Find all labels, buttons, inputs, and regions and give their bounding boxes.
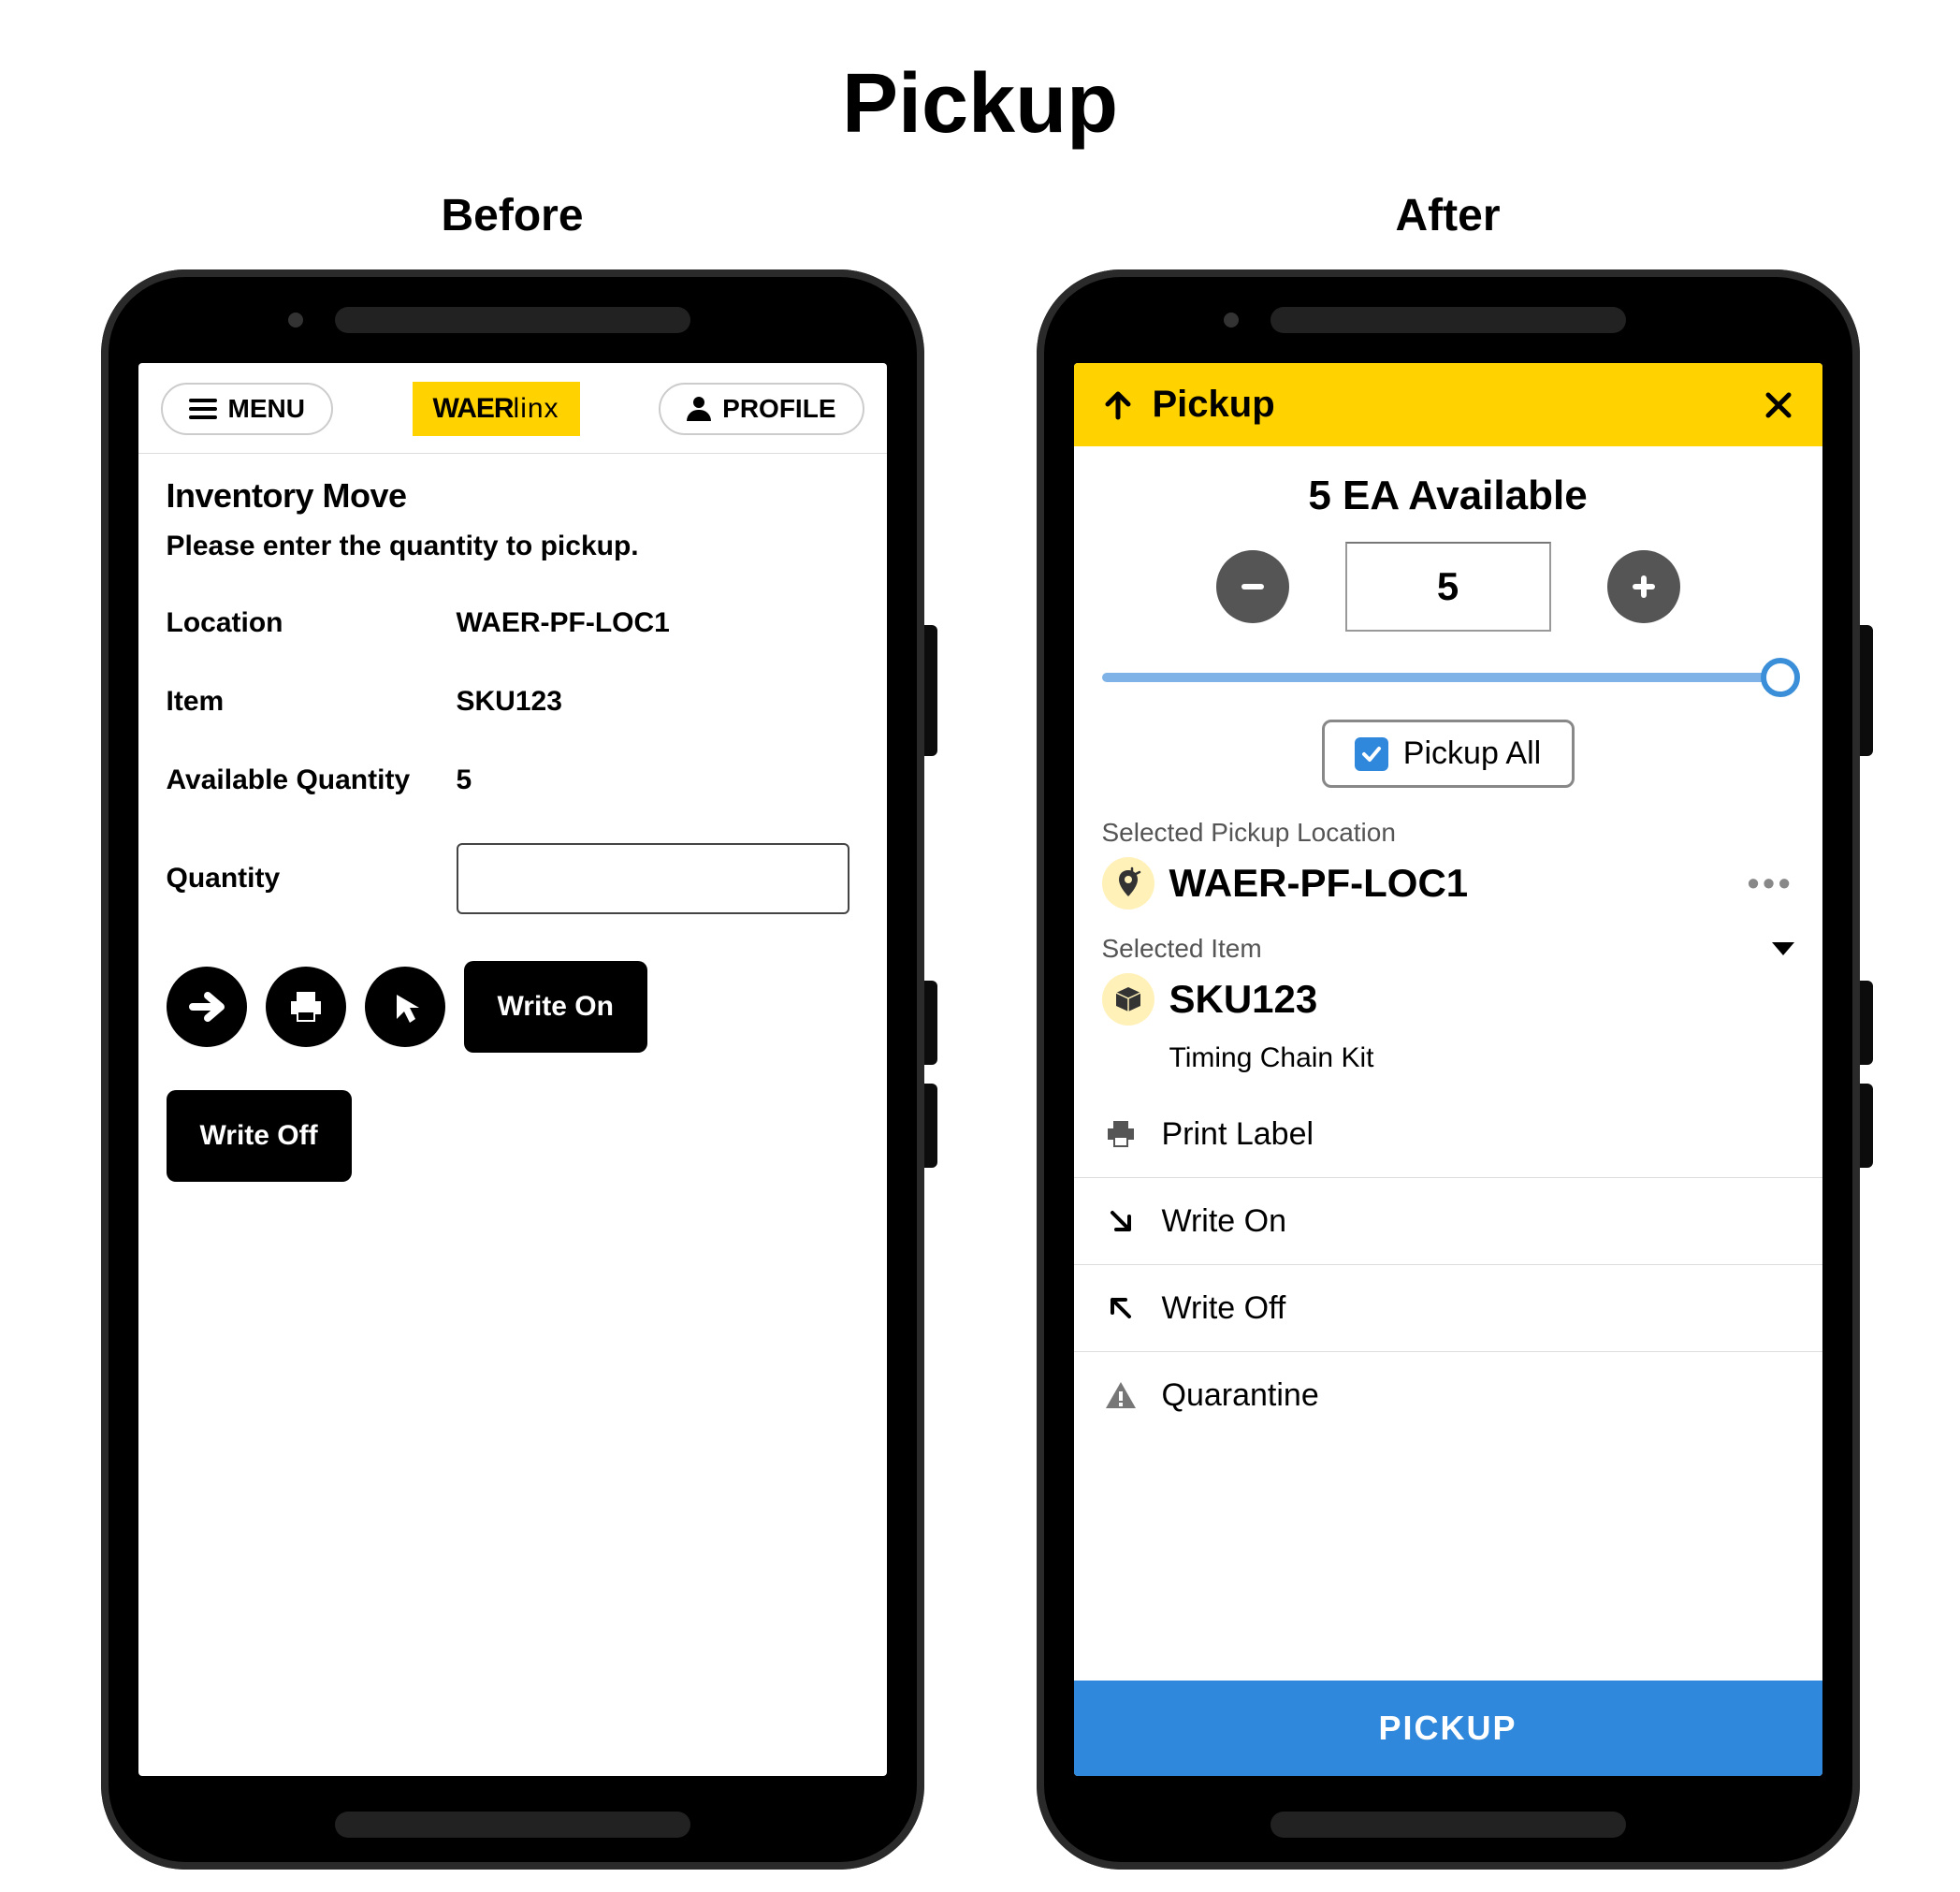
phone-frame-after: Pickup 5 EA Available 5 xyxy=(1037,269,1860,1870)
quarantine-action[interactable]: Quarantine xyxy=(1074,1351,1822,1438)
print-icon-button[interactable] xyxy=(266,967,346,1047)
back-icon[interactable] xyxy=(1100,387,1136,423)
package-icon xyxy=(1102,973,1154,1026)
phone-camera xyxy=(1224,313,1239,327)
before-label: Before xyxy=(441,190,583,241)
selected-item-label: Selected Item xyxy=(1102,934,1772,964)
write-off-text: Write Off xyxy=(1162,1290,1286,1327)
phone-camera xyxy=(288,313,303,327)
phone-side-button xyxy=(924,1084,937,1168)
forward-icon-button[interactable] xyxy=(167,967,247,1047)
before-header: MENU WAERlinx PROFILE xyxy=(138,363,887,454)
arrow-right-icon xyxy=(183,983,230,1030)
quantity-row: Quantity xyxy=(167,843,859,914)
person-icon xyxy=(687,397,711,421)
comparison-columns: Before MENU WAERlinx PROF xyxy=(0,190,1960,1870)
hamburger-icon xyxy=(189,399,217,419)
write-on-action[interactable]: Write On xyxy=(1074,1177,1822,1264)
phone-side-button xyxy=(1860,625,1873,756)
phone-frame-before: MENU WAERlinx PROFILE Inventory Move Ple… xyxy=(101,269,924,1870)
selected-item-row[interactable]: SKU123 xyxy=(1074,969,1822,1042)
after-column: After Pickup 5 EA Available xyxy=(1037,190,1860,1870)
location-value: WAER-PF-LOC1 xyxy=(1169,861,1748,906)
checkbox-checked-icon xyxy=(1355,737,1388,771)
item-value: SKU123 xyxy=(457,686,562,718)
quantity-input[interactable] xyxy=(457,843,849,914)
after-label: After xyxy=(1395,190,1500,241)
before-column: Before MENU WAERlinx PROF xyxy=(101,190,924,1870)
location-pin-icon xyxy=(1102,857,1154,910)
pickup-all-label: Pickup All xyxy=(1403,735,1541,772)
increment-button[interactable] xyxy=(1607,550,1680,623)
minus-icon xyxy=(1234,568,1271,605)
decrement-button[interactable] xyxy=(1216,550,1289,623)
slider-thumb[interactable] xyxy=(1761,658,1800,697)
quarantine-text: Quarantine xyxy=(1162,1377,1319,1414)
write-on-text: Write On xyxy=(1162,1203,1287,1240)
cursor-icon xyxy=(384,985,427,1028)
quantity-value-input[interactable]: 5 xyxy=(1345,542,1551,632)
profile-button[interactable]: PROFILE xyxy=(659,383,864,435)
after-header: Pickup xyxy=(1074,363,1822,446)
plus-icon xyxy=(1625,568,1662,605)
brand-waer: WAER xyxy=(433,393,514,425)
write-on-button[interactable]: Write On xyxy=(464,961,647,1053)
phone-side-button xyxy=(924,625,937,756)
arrow-up-left-icon xyxy=(1102,1289,1140,1327)
location-label: Location xyxy=(167,607,457,639)
print-label-text: Print Label xyxy=(1162,1116,1314,1153)
pickup-all-toggle[interactable]: Pickup All xyxy=(1322,720,1575,788)
quantity-stepper: 5 xyxy=(1074,542,1822,632)
available-row: Available Quantity 5 xyxy=(167,764,859,796)
phone-side-button xyxy=(1860,1084,1873,1168)
phone-speaker xyxy=(335,1812,690,1838)
screen-title: Inventory Move xyxy=(167,476,859,516)
phone-speaker xyxy=(1270,1812,1626,1838)
after-header-title: Pickup xyxy=(1153,384,1761,426)
cursor-icon-button[interactable] xyxy=(365,967,445,1047)
print-label-action[interactable]: Print Label xyxy=(1074,1091,1822,1177)
slider-track xyxy=(1102,673,1794,682)
warning-icon xyxy=(1102,1376,1140,1414)
chevron-down-icon[interactable] xyxy=(1772,942,1794,955)
menu-label: MENU xyxy=(228,394,305,424)
available-text: 5 EA Available xyxy=(1074,473,1822,519)
item-label: Item xyxy=(167,686,457,718)
arrow-down-right-icon xyxy=(1102,1202,1140,1240)
quantity-label: Quantity xyxy=(167,863,457,895)
brand-linx: linx xyxy=(514,393,559,425)
write-off-action[interactable]: Write Off xyxy=(1074,1264,1822,1351)
phone-side-button xyxy=(1860,981,1873,1065)
profile-label: PROFILE xyxy=(722,394,835,424)
location-value: WAER-PF-LOC1 xyxy=(457,607,670,639)
pickup-button[interactable]: PICKUP xyxy=(1074,1681,1822,1776)
item-value: SKU123 xyxy=(1169,977,1794,1022)
menu-button[interactable]: MENU xyxy=(161,383,333,435)
write-off-button[interactable]: Write Off xyxy=(167,1090,352,1182)
location-row: Location WAER-PF-LOC1 xyxy=(167,607,859,639)
printer-icon xyxy=(1102,1115,1140,1153)
selected-location-row[interactable]: WAER-PF-LOC1 ••• xyxy=(1074,853,1822,926)
selected-location-label: Selected Pickup Location xyxy=(1074,810,1822,853)
instruction-text: Please enter the quantity to pickup. xyxy=(167,531,859,562)
item-description: Timing Chain Kit xyxy=(1074,1042,1822,1091)
printer-icon xyxy=(285,986,327,1027)
more-icon[interactable]: ••• xyxy=(1748,864,1794,903)
before-screen: MENU WAERlinx PROFILE Inventory Move Ple… xyxy=(138,363,887,1776)
before-body: Inventory Move Please enter the quantity… xyxy=(138,454,887,1204)
after-screen: Pickup 5 EA Available 5 xyxy=(1074,363,1822,1776)
phone-side-button xyxy=(924,981,937,1065)
available-value: 5 xyxy=(457,764,472,796)
available-label: Available Quantity xyxy=(167,764,457,796)
selected-item-label-row: Selected Item xyxy=(1074,926,1822,969)
page-title: Pickup xyxy=(0,56,1960,153)
close-icon[interactable] xyxy=(1761,387,1796,423)
action-list: Print Label Write On Write Off xyxy=(1074,1091,1822,1438)
before-actions: Write On Write Off xyxy=(167,961,859,1182)
quantity-slider[interactable] xyxy=(1102,652,1794,699)
item-row: Item SKU123 xyxy=(167,686,859,718)
brand-logo: WAERlinx xyxy=(413,382,580,436)
